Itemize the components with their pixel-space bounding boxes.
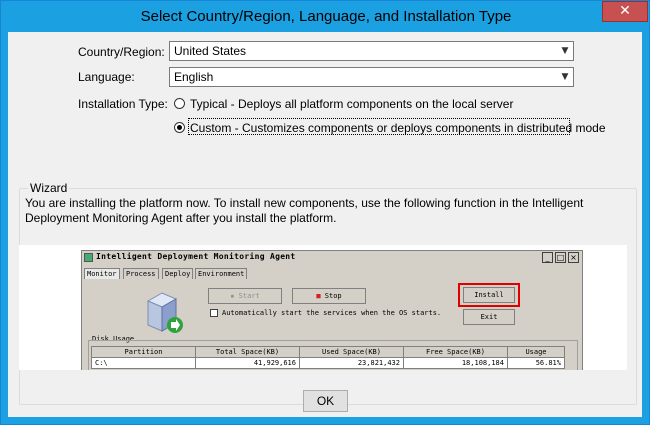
ok-button[interactable]: OK xyxy=(303,390,348,412)
radio-typical[interactable] xyxy=(174,98,185,109)
column-header: Used Space(KB) xyxy=(299,346,404,358)
radio-custom[interactable] xyxy=(174,122,185,133)
table-cell: 41,929,616 xyxy=(195,357,300,369)
embedded-screenshot: Intelligent Deployment Monitoring Agent … xyxy=(19,245,627,370)
monitoring-agent-titlebar: Intelligent Deployment Monitoring Agent … xyxy=(82,251,582,265)
country-label: Country/Region: xyxy=(78,45,165,59)
highlight-box xyxy=(458,283,520,307)
server-icon xyxy=(146,292,183,333)
dialog-window: Select Country/Region, Language, and Ins… xyxy=(0,0,650,425)
start-label: Start xyxy=(238,292,260,300)
tab-process: Process xyxy=(123,268,159,279)
stop-label: Stop xyxy=(324,292,342,300)
dialog-title: Select Country/Region, Language, and Ins… xyxy=(140,8,512,25)
minimize-icon: _ xyxy=(542,252,553,263)
start-button: ▪ Start xyxy=(208,288,282,304)
close-icon: × xyxy=(568,252,579,263)
stop-button: ■ Stop xyxy=(292,288,366,304)
column-header: Free Space(KB) xyxy=(403,346,508,358)
table-cell: 23,821,432 xyxy=(299,357,404,369)
app-icon xyxy=(84,253,93,262)
autostart-checkbox xyxy=(210,309,218,317)
column-header: Usage xyxy=(507,346,565,358)
country-select[interactable]: United States ▼ xyxy=(169,41,574,61)
table-header-row: Partition Total Space(KB) Used Space(KB)… xyxy=(91,346,565,358)
chevron-down-icon: ▼ xyxy=(561,46,569,56)
column-header: Partition xyxy=(91,346,196,358)
language-value: English xyxy=(174,70,214,84)
country-value: United States xyxy=(174,44,247,58)
table-row: C:\ 41,929,616 23,821,432 18,108,184 56.… xyxy=(91,357,565,369)
tab-environment: Environment xyxy=(195,268,248,279)
radio-selected-dot xyxy=(177,125,182,130)
tab-monitor: Monitor xyxy=(84,268,120,279)
maximize-icon: □ xyxy=(555,252,566,263)
close-icon: ✕ xyxy=(619,3,631,19)
wizard-text: You are installing the platform now. To … xyxy=(25,196,584,225)
autostart-label: Automatically start the services when th… xyxy=(222,309,442,317)
installation-type-label: Installation Type: xyxy=(78,97,168,111)
title-bar: Select Country/Region, Language, and Ins… xyxy=(1,1,649,32)
tab-deploy: Deploy xyxy=(162,268,194,279)
radio-custom-label[interactable]: Custom - Customizes components or deploy… xyxy=(190,121,606,135)
table-cell: C:\ xyxy=(91,357,196,369)
language-label: Language: xyxy=(78,70,135,84)
table-cell: 56.81% xyxy=(507,357,565,369)
exit-button: Exit xyxy=(463,309,515,325)
column-header: Total Space(KB) xyxy=(195,346,300,358)
radio-typical-label[interactable]: Typical - Deploys all platform component… xyxy=(190,97,513,111)
close-button[interactable]: ✕ xyxy=(602,1,648,22)
monitoring-agent-title: Intelligent Deployment Monitoring Agent xyxy=(96,252,296,261)
wizard-title: Wizard xyxy=(28,181,70,195)
disk-usage-table: Partition Total Space(KB) Used Space(KB)… xyxy=(91,346,565,369)
table-cell: 18,108,184 xyxy=(403,357,508,369)
chevron-down-icon: ▼ xyxy=(561,72,569,82)
monitoring-agent-window: Intelligent Deployment Monitoring Agent … xyxy=(81,250,583,370)
dialog-body: Country/Region: United States ▼ Language… xyxy=(8,32,642,417)
language-select[interactable]: English ▼ xyxy=(169,67,574,87)
